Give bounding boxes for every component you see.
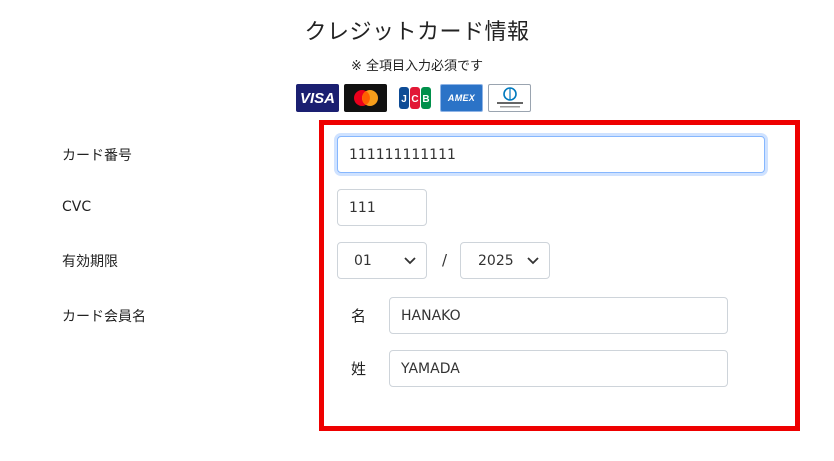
- amex-logo-text: AMEX: [447, 93, 476, 103]
- first-name-label: 名: [351, 307, 367, 325]
- card-number-value: 111111111111: [349, 146, 456, 163]
- cvc-label: CVC: [62, 199, 92, 215]
- cvc-input[interactable]: 111: [337, 189, 427, 226]
- cardholder-name-label: カード会員名: [62, 309, 146, 325]
- cvc-value: 111: [349, 199, 376, 216]
- card-number-label: カード番号: [62, 148, 132, 164]
- svg-text:J: J: [401, 94, 407, 105]
- expiry-year-select[interactable]: 2025: [460, 242, 550, 279]
- amex-logo-icon: AMEX: [440, 84, 483, 112]
- last-name-input[interactable]: YAMADA: [389, 350, 728, 387]
- last-name-label: 姓: [351, 360, 367, 378]
- first-name-value: HANAKO: [401, 307, 461, 324]
- svg-text:C: C: [411, 94, 418, 105]
- visa-logo-text: VISA: [299, 89, 335, 107]
- expiry-year-value: 2025: [478, 252, 514, 269]
- last-name-value: YAMADA: [401, 360, 460, 377]
- chevron-down-icon: [404, 254, 416, 268]
- required-note: ※ 全項目入力必須です: [350, 59, 484, 74]
- expiry-label: 有効期限: [62, 254, 118, 270]
- svg-text:B: B: [422, 94, 429, 105]
- expiry-month-select[interactable]: 01: [337, 242, 427, 279]
- first-name-input[interactable]: HANAKO: [389, 297, 728, 334]
- visa-logo-icon: VISA: [296, 84, 339, 112]
- card-number-input[interactable]: 111111111111: [337, 136, 765, 173]
- page-title: クレジットカード情報: [304, 20, 530, 45]
- diners-club-logo-icon: [488, 84, 531, 112]
- chevron-down-icon: [527, 254, 539, 268]
- expiry-month-value: 01: [354, 252, 372, 269]
- jcb-logo-icon: J C B: [393, 84, 436, 112]
- mastercard-logo-icon: [344, 84, 387, 112]
- expiry-separator: /: [442, 251, 448, 269]
